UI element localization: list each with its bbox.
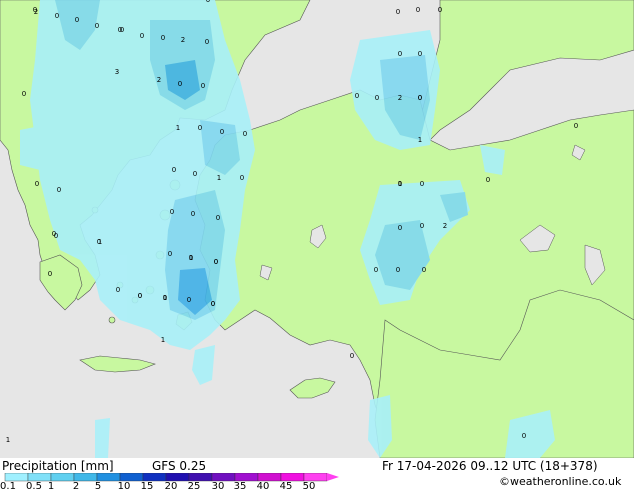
- precipitation-value: 0: [350, 352, 354, 360]
- legend-swatch: [27, 473, 52, 482]
- precipitation-value: 0: [418, 50, 422, 58]
- precipitation-value: 0: [35, 180, 39, 188]
- precipitation-value: 0: [116, 286, 120, 294]
- precipitation-value: 1: [176, 124, 180, 132]
- precipitation-value: 0: [398, 224, 402, 232]
- precipitation-value: 0: [170, 208, 174, 216]
- precipitation-value: 0: [138, 292, 142, 300]
- map-title: Precipitation [mm]: [2, 459, 114, 473]
- model-label: GFS 0.25: [152, 459, 207, 473]
- precipitation-value: 0: [120, 26, 124, 34]
- legend-swatch: [211, 473, 236, 482]
- precipitation-value: 0: [216, 214, 220, 222]
- precipitation-value: 0: [396, 266, 400, 274]
- precipitation-value: 0: [416, 6, 420, 14]
- precipitation-value: 3: [115, 68, 119, 76]
- precipitation-value: 0: [243, 130, 247, 138]
- precipitation-value: 0: [191, 210, 195, 218]
- precipitation-value: 0: [420, 222, 424, 230]
- precipitation-value: 0: [178, 80, 182, 88]
- legend-swatch: [119, 473, 144, 482]
- valid-time: Fr 17-04-2026 09..12 UTC (18+378): [382, 459, 598, 473]
- precipitation-map: 0 0 0 0 0 0 0 0 0 0 2 0 0 3 2 0 0 0 0 0 0 0 2 0 1 0 0 0 0 1 0 0 1 0 0 0 0 0 0 0…: [0, 0, 634, 458]
- precipitation-value: 0: [220, 128, 224, 136]
- precipitation-value: 0: [75, 16, 79, 24]
- legend-swatch: [280, 473, 305, 482]
- legend-swatch: [96, 473, 121, 482]
- legend-swatch: [142, 473, 167, 482]
- precipitation-value: 0: [574, 122, 578, 130]
- precipitation-value: 1: [161, 336, 165, 344]
- precipitation-value: 0: [198, 124, 202, 132]
- precipitation-value: 0: [57, 186, 61, 194]
- legend-arrow: [327, 473, 339, 481]
- precipitation-value: 0: [522, 432, 526, 440]
- precipitation-value: 1: [418, 136, 422, 144]
- precipitation-value: 1: [217, 174, 221, 182]
- credit-link[interactable]: ©weatheronline.co.uk: [499, 475, 621, 488]
- island: [108, 316, 116, 324]
- precipitation-value: 0: [193, 170, 197, 178]
- precipitation-value: 0: [140, 32, 144, 40]
- precipitation-value: 0: [396, 8, 400, 16]
- precipitation-value: 0: [240, 174, 244, 182]
- precipitation-value: 2: [181, 36, 185, 44]
- precipitation-value: 0: [201, 82, 205, 90]
- precipitation-value: 0: [172, 166, 176, 174]
- legend-swatch: [50, 473, 75, 482]
- precipitation-value: 0: [55, 12, 59, 20]
- precipitation-value: 1: [398, 180, 402, 188]
- precipitation-value: 0: [54, 232, 58, 240]
- legend-swatch: [73, 473, 98, 482]
- legend-swatch: [234, 473, 259, 482]
- precipitation-value: 0: [214, 258, 218, 266]
- precipitation-value: 0: [205, 38, 209, 46]
- precipitation-value: 0: [206, 0, 210, 4]
- precipitation-value: 1: [6, 436, 10, 444]
- precipitation-value: 0: [187, 296, 191, 304]
- precipitation-value: 2: [398, 94, 402, 102]
- legend-swatch: [165, 473, 190, 482]
- precipitation-value: 0: [422, 266, 426, 274]
- precipitation-value: 2: [443, 222, 447, 230]
- legend-swatch: [188, 473, 213, 482]
- precipitation-value: 0: [418, 94, 422, 102]
- precipitation-value: 0: [374, 266, 378, 274]
- precipitation-value: 0: [375, 94, 379, 102]
- precipitation-value: 2: [157, 76, 161, 84]
- precipitation-value: 0: [420, 180, 424, 188]
- legend-swatch: [257, 473, 282, 482]
- precipitation-value: 0: [486, 176, 490, 184]
- precipitation-value: 0: [95, 22, 99, 30]
- precipitation-value: 0: [189, 254, 193, 262]
- precipitation-value: 0: [22, 90, 26, 98]
- legend-swatch: [303, 473, 328, 482]
- legend-swatch: [4, 473, 29, 482]
- precipitation-value: 0: [161, 34, 165, 42]
- precipitation-value: 0: [398, 50, 402, 58]
- precipitation-value: 0: [211, 300, 215, 308]
- precipitation-value: 0: [168, 250, 172, 258]
- precipitation-value: 0: [438, 6, 442, 14]
- precipitation-value: 2: [34, 8, 38, 16]
- precipitation-value: 0: [48, 270, 52, 278]
- precipitation-value: 0: [97, 238, 101, 246]
- precipitation-value: 0: [163, 294, 167, 302]
- precipitation-value: 0: [355, 92, 359, 100]
